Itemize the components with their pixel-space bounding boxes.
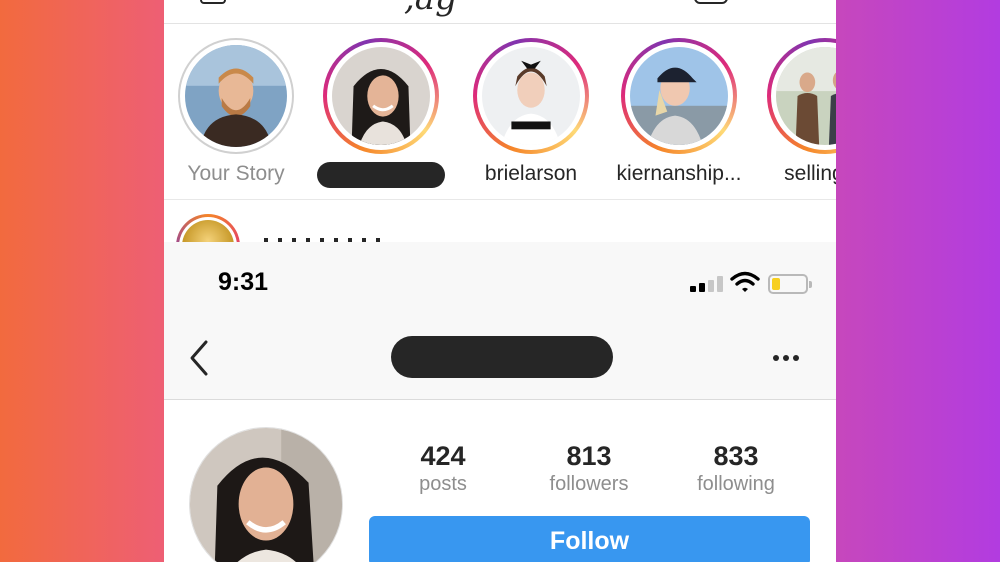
story-ring bbox=[767, 38, 836, 154]
story-label-redacted bbox=[306, 154, 456, 193]
story-label: kiernanship... bbox=[616, 162, 742, 185]
story-ring bbox=[178, 38, 294, 154]
camera-icon[interactable] bbox=[200, 0, 226, 4]
story-selling[interactable]: selling_k bbox=[750, 38, 836, 186]
story-kiernanship[interactable]: kiernanship... bbox=[604, 38, 754, 186]
story-label: brielarson bbox=[484, 162, 578, 185]
story-avatar bbox=[630, 47, 728, 145]
story-avatar bbox=[482, 47, 580, 145]
story-avatar bbox=[332, 47, 430, 145]
instagram-logo: ,ag bbox=[404, 0, 457, 18]
cellular-signal-icon bbox=[690, 276, 724, 292]
story-brielarson[interactable]: brielarson bbox=[456, 38, 606, 186]
profile-nav-bar bbox=[164, 322, 836, 400]
stat-following[interactable]: 833 following bbox=[666, 440, 806, 496]
story-ring bbox=[323, 38, 439, 154]
story-label: selling_k bbox=[784, 162, 836, 185]
stories-tray: Your Story brielarson kiernanship... sel… bbox=[164, 24, 836, 200]
profile-username-redacted bbox=[391, 336, 613, 378]
more-horizontal-icon[interactable] bbox=[768, 346, 804, 370]
stat-value: 813 bbox=[566, 441, 612, 471]
instagram-header-fragment: ,ag bbox=[164, 0, 836, 24]
story-ring bbox=[473, 38, 589, 154]
feed-post-header-peek bbox=[164, 200, 836, 242]
profile-avatar[interactable] bbox=[189, 427, 343, 562]
story-ring bbox=[621, 38, 737, 154]
stat-label: posts bbox=[419, 473, 467, 495]
stat-posts[interactable]: 424 posts bbox=[373, 440, 513, 496]
story-label: Your Story bbox=[187, 162, 285, 185]
status-bar: 9:31 bbox=[164, 242, 836, 322]
stat-label: following bbox=[697, 473, 775, 495]
profile-screen: 9:31 424 posts 813 followers 833 followi… bbox=[164, 242, 836, 562]
stat-followers[interactable]: 813 followers bbox=[519, 440, 659, 496]
follow-button[interactable]: Follow bbox=[369, 516, 810, 562]
stat-label: followers bbox=[549, 473, 629, 495]
story-redacted-user[interactable] bbox=[306, 38, 456, 193]
status-time: 9:31 bbox=[218, 268, 269, 296]
battery-low-icon bbox=[768, 274, 812, 294]
stat-value: 424 bbox=[420, 441, 466, 471]
igtv-icon[interactable] bbox=[694, 0, 728, 4]
wifi-icon bbox=[730, 271, 760, 292]
story-your-story[interactable]: Your Story bbox=[164, 38, 311, 186]
story-avatar bbox=[185, 45, 287, 147]
chevron-left-icon[interactable] bbox=[186, 338, 216, 378]
post-author-avatar[interactable] bbox=[176, 214, 240, 242]
story-avatar bbox=[776, 47, 836, 145]
phone-screen: ,ag bbox=[164, 0, 836, 562]
stat-value: 833 bbox=[713, 441, 759, 471]
